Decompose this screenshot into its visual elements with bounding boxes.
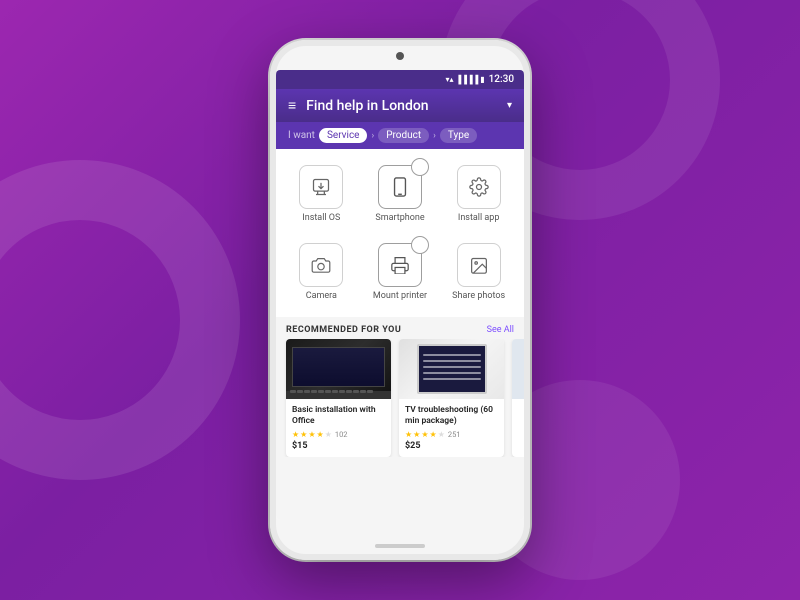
card-partial-image (512, 339, 524, 399)
hamburger-icon[interactable]: ≡ (288, 97, 296, 114)
recommended-header: RECOMMENDED FOR YOU See All (276, 317, 524, 339)
battery-icon: ▮ (480, 75, 484, 84)
share-photos-label: Share photos (452, 291, 505, 301)
star-3: ★ (308, 430, 315, 439)
card-basic-installation[interactable]: Basic installation with Office ★ ★ ★ ★ ★… (286, 339, 391, 457)
printer-icon-wrap (378, 243, 422, 287)
status-time: 12:30 (489, 74, 514, 85)
camera-icon-wrap (299, 243, 343, 287)
camera-icon (311, 257, 331, 273)
tablet-line-1 (423, 354, 481, 356)
mount-printer-label: Mount printer (373, 291, 427, 301)
install-app-label: Install app (458, 213, 500, 223)
star-1: ★ (292, 430, 299, 439)
star-c2-3: ★ (421, 430, 428, 439)
install-app-icon-wrap (457, 165, 501, 209)
signal-icons: ▾▴ ▐▐▐▐ ▮ (446, 75, 485, 84)
signal-bars: ▐▐▐▐ (456, 75, 479, 84)
bg-circle-1 (0, 160, 240, 480)
tablet-line-2 (423, 360, 481, 362)
breadcrumb-sep-1: › (371, 131, 374, 141)
phone-camera (396, 52, 404, 60)
tablet-line-3 (423, 366, 481, 368)
recommended-title: RECOMMENDED FOR YOU (286, 325, 401, 335)
location-dropdown[interactable]: ▾ (507, 100, 512, 111)
wifi-icon: ▾▴ (446, 75, 454, 84)
header-title: Find help in London (306, 98, 497, 114)
app-header: ≡ Find help in London ▾ (276, 89, 524, 122)
service-camera[interactable]: Camera (284, 235, 359, 309)
smartphone-icon-wrap (378, 165, 422, 209)
card-title-1: Basic installation with Office (292, 405, 385, 427)
service-mount-printer[interactable]: Mount printer (363, 235, 438, 309)
breadcrumb-sep-2: › (433, 131, 436, 141)
phone-shell: ▾▴ ▐▐▐▐ ▮ 12:30 ≡ Find help in London ▾ … (270, 40, 530, 560)
card-tablet-image (399, 339, 504, 399)
card-body-1: Basic installation with Office ★ ★ ★ ★ ★… (286, 399, 391, 457)
card-partial (512, 339, 524, 457)
card-stars-1: ★ ★ ★ ★ ★ 102 (292, 430, 385, 439)
service-install-os[interactable]: Install OS (284, 157, 359, 231)
services-grid: Install OS Smartphone (276, 149, 524, 317)
breadcrumb-type[interactable]: Type (440, 128, 477, 143)
install-os-icon-wrap (299, 165, 343, 209)
smartphone-label: Smartphone (375, 213, 424, 223)
camera-label: Camera (306, 291, 337, 301)
review-count-1: 102 (335, 430, 348, 439)
service-install-app[interactable]: Install app (441, 157, 516, 231)
printer-icon (390, 256, 410, 274)
install-os-label: Install OS (302, 213, 340, 223)
breadcrumb-product[interactable]: Product (378, 128, 429, 143)
star-c2-2: ★ (413, 430, 420, 439)
install-os-icon (311, 177, 331, 197)
laptop-keys (290, 390, 387, 397)
service-share-photos[interactable]: Share photos (441, 235, 516, 309)
card-price-2: $25 (405, 441, 498, 451)
review-count-2: 251 (448, 430, 461, 439)
card-title-2: TV troubleshooting (60 min package) (405, 405, 498, 427)
breadcrumb-service[interactable]: Service (319, 128, 368, 143)
star-4: ★ (317, 430, 324, 439)
card-body-2: TV troubleshooting (60 min package) ★ ★ … (399, 399, 504, 457)
phone-screen: ▾▴ ▐▐▐▐ ▮ 12:30 ≡ Find help in London ▾ … (276, 70, 524, 520)
card-price-1: $15 (292, 441, 385, 451)
tablet-line-5 (423, 378, 481, 380)
cards-row: Basic installation with Office ★ ★ ★ ★ ★… (276, 339, 524, 457)
i-want-label: I want (288, 130, 315, 141)
star-c2-5: ★ (438, 430, 445, 439)
see-all-button[interactable]: See All (487, 325, 514, 335)
share-photos-icon (469, 256, 489, 274)
card-stars-2: ★ ★ ★ ★ ★ 251 (405, 430, 498, 439)
tablet-line-4 (423, 372, 481, 374)
star-c2-1: ★ (405, 430, 412, 439)
card-laptop-image (286, 339, 391, 399)
card-tv-troubleshooting[interactable]: TV troubleshooting (60 min package) ★ ★ … (399, 339, 504, 457)
smartphone-icon (393, 177, 407, 197)
share-photos-icon-wrap (457, 243, 501, 287)
phone-home-indicator (375, 544, 425, 548)
star-c2-4: ★ (430, 430, 437, 439)
service-smartphone[interactable]: Smartphone (363, 157, 438, 231)
star-5: ★ (325, 430, 332, 439)
status-bar: ▾▴ ▐▐▐▐ ▮ 12:30 (276, 70, 524, 89)
breadcrumb-bar: I want Service › Product › Type (276, 122, 524, 149)
install-app-icon (469, 177, 489, 197)
tablet-screen (417, 344, 487, 394)
star-2: ★ (300, 430, 307, 439)
recommended-section: RECOMMENDED FOR YOU See All (276, 317, 524, 520)
